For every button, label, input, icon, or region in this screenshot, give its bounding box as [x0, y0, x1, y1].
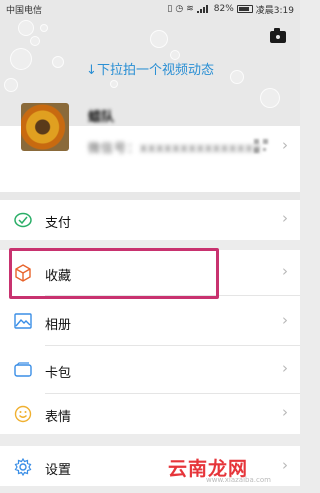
menu-label-pay: 支付: [45, 216, 72, 231]
bubble-decoration: [150, 30, 168, 48]
wifi-icon: ≋: [186, 4, 194, 14]
photo-icon: [14, 313, 32, 329]
menu-label-album: 相册: [45, 318, 72, 333]
battery-icon: [236, 5, 253, 13]
smile-icon: [14, 405, 32, 423]
menu-item-album[interactable]: 相册 ›: [0, 296, 300, 346]
chevron-right-icon: ›: [282, 359, 288, 377]
highlight-box: [9, 248, 219, 299]
camera-icon[interactable]: [270, 28, 286, 43]
gear-icon: [14, 458, 32, 476]
chevron-right-icon: ›: [282, 456, 288, 474]
alarm-icon: ◷: [175, 4, 184, 14]
chevron-right-icon: ›: [282, 136, 288, 154]
menu-item-cards[interactable]: 卡包 ›: [0, 346, 300, 394]
menu-item-stickers[interactable]: 表情 ›: [0, 394, 300, 434]
bubble-decoration: [40, 24, 48, 32]
wallet-check-icon: [14, 212, 32, 228]
qr-code-icon[interactable]: [254, 139, 268, 153]
bubble-decoration: [18, 20, 34, 36]
menu-label-stickers: 表情: [45, 410, 72, 425]
status-time: 凌晨3:19: [255, 5, 294, 16]
carrier-name: 中国电信: [6, 5, 43, 16]
chevron-right-icon: ›: [282, 209, 288, 227]
menu-label-settings: 设置: [45, 463, 72, 478]
watermark-url: www.xiazaiba.com: [206, 476, 271, 484]
avatar[interactable]: [21, 103, 69, 151]
pull-down-hint[interactable]: ↓下拉拍一个视频动态: [0, 59, 300, 78]
profile-account-id: 微信号：xxxxxxxxxxxxxxx: [88, 141, 262, 155]
card-icon: [14, 362, 32, 377]
vibrate-icon: ▯: [167, 4, 173, 14]
chevron-right-icon: ›: [282, 262, 288, 280]
menu-item-pay[interactable]: 支付 ›: [0, 200, 300, 240]
chevron-right-icon: ›: [282, 403, 288, 421]
menu-label-cards: 卡包: [45, 366, 72, 381]
bubble-decoration: [30, 36, 40, 46]
bubble-decoration: [260, 88, 280, 108]
bubble-decoration: [110, 80, 118, 88]
bubble-decoration: [4, 78, 18, 92]
status-bar: 中国电信 ▯ ◷ ≋ 82% 凌晨3:19: [0, 0, 300, 18]
chevron-right-icon: ›: [282, 311, 288, 329]
signal-icon: [196, 5, 211, 13]
battery-percent: 82%: [213, 4, 234, 14]
profile-nickname: 蜡队: [88, 110, 115, 125]
